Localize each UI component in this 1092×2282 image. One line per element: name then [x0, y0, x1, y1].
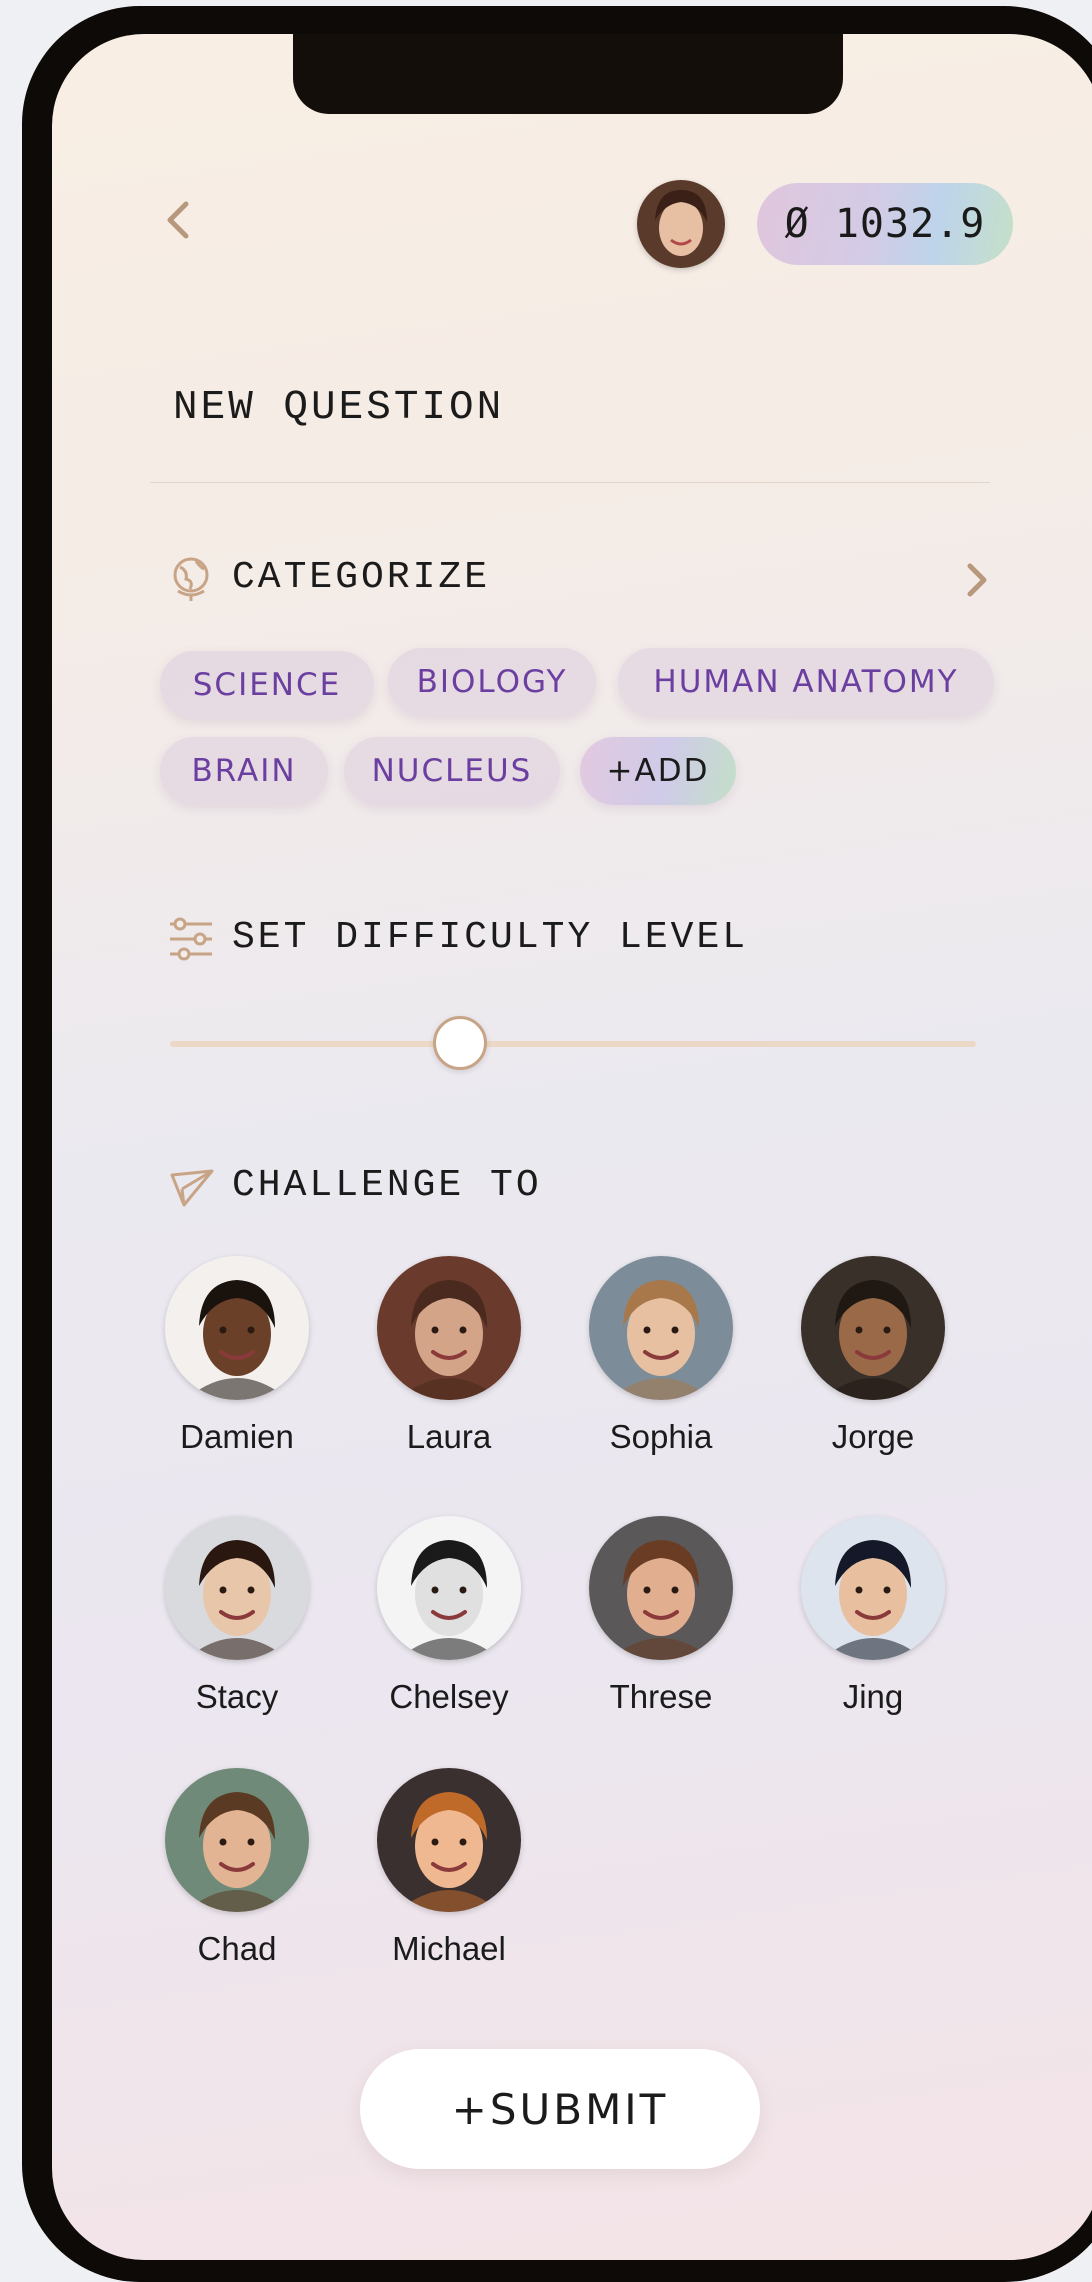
phone-notch: [293, 34, 843, 114]
add-category-button[interactable]: +ADD: [580, 737, 736, 805]
friend-avatar: [165, 1768, 309, 1912]
difficulty-slider-track[interactable]: [170, 1041, 976, 1047]
globe-icon: [166, 553, 216, 608]
friend-avatar: [801, 1516, 945, 1660]
categorize-label: CATEGORIZE: [232, 556, 491, 599]
paper-plane-icon: [168, 1165, 218, 1220]
friend-avatar: [165, 1516, 309, 1660]
friend-name: Laura: [406, 1418, 492, 1455]
title-divider: [150, 482, 990, 483]
page-title: NEW QUESTION: [173, 385, 505, 431]
friend-name: Michael: [392, 1930, 506, 1967]
friend-damien[interactable]: Damien: [157, 1256, 317, 1456]
friend-avatar: [589, 1256, 733, 1400]
friend-chelsey[interactable]: Chelsey: [369, 1516, 529, 1716]
friend-name: Damien: [180, 1418, 294, 1455]
friend-chad[interactable]: Chad: [157, 1768, 317, 1968]
friend-threse[interactable]: Threse: [581, 1516, 741, 1716]
user-avatar[interactable]: [637, 180, 725, 268]
friend-stacy[interactable]: Stacy: [157, 1516, 317, 1716]
friend-avatar: [377, 1516, 521, 1660]
chevron-right-icon: [967, 563, 987, 597]
sliders-icon: [166, 914, 216, 969]
challenge-label: CHALLENGE TO: [232, 1164, 542, 1207]
category-chip-biology[interactable]: BIOLOGY: [388, 648, 596, 716]
friend-avatar: [589, 1516, 733, 1660]
category-chip-science[interactable]: SCIENCE: [160, 651, 374, 719]
friend-name: Jing: [842, 1678, 904, 1715]
friend-avatar: [801, 1256, 945, 1400]
friend-laura[interactable]: Laura: [369, 1256, 529, 1456]
categorize-next-button[interactable]: [958, 560, 994, 600]
friend-name: Chelsey: [389, 1678, 509, 1715]
chevron-left-icon: [167, 201, 189, 239]
friend-name: Sophia: [609, 1418, 713, 1455]
friend-name: Chad: [197, 1930, 277, 1967]
friend-michael[interactable]: Michael: [369, 1768, 529, 1968]
friend-name: Jorge: [831, 1418, 915, 1455]
friend-name: Stacy: [195, 1678, 279, 1715]
friend-avatar: [377, 1256, 521, 1400]
friend-avatar: [165, 1256, 309, 1400]
difficulty-label: SET DIFFICULTY LEVEL: [232, 916, 749, 959]
category-chip-human-anatomy[interactable]: HUMAN ANATOMY: [618, 648, 994, 716]
submit-button[interactable]: +SUBMIT: [360, 2049, 760, 2169]
friend-name: Threse: [609, 1678, 713, 1715]
balance-badge[interactable]: Ø 1032.9: [757, 183, 1013, 265]
friend-jorge[interactable]: Jorge: [793, 1256, 953, 1456]
friend-avatar: [377, 1768, 521, 1912]
category-chip-brain[interactable]: BRAIN: [160, 737, 328, 805]
friend-sophia[interactable]: Sophia: [581, 1256, 741, 1456]
category-chip-nucleus[interactable]: NUCLEUS: [344, 737, 560, 805]
difficulty-slider-thumb[interactable]: [433, 1016, 488, 1070]
back-button[interactable]: [156, 190, 200, 250]
friend-jing[interactable]: Jing: [793, 1516, 953, 1716]
